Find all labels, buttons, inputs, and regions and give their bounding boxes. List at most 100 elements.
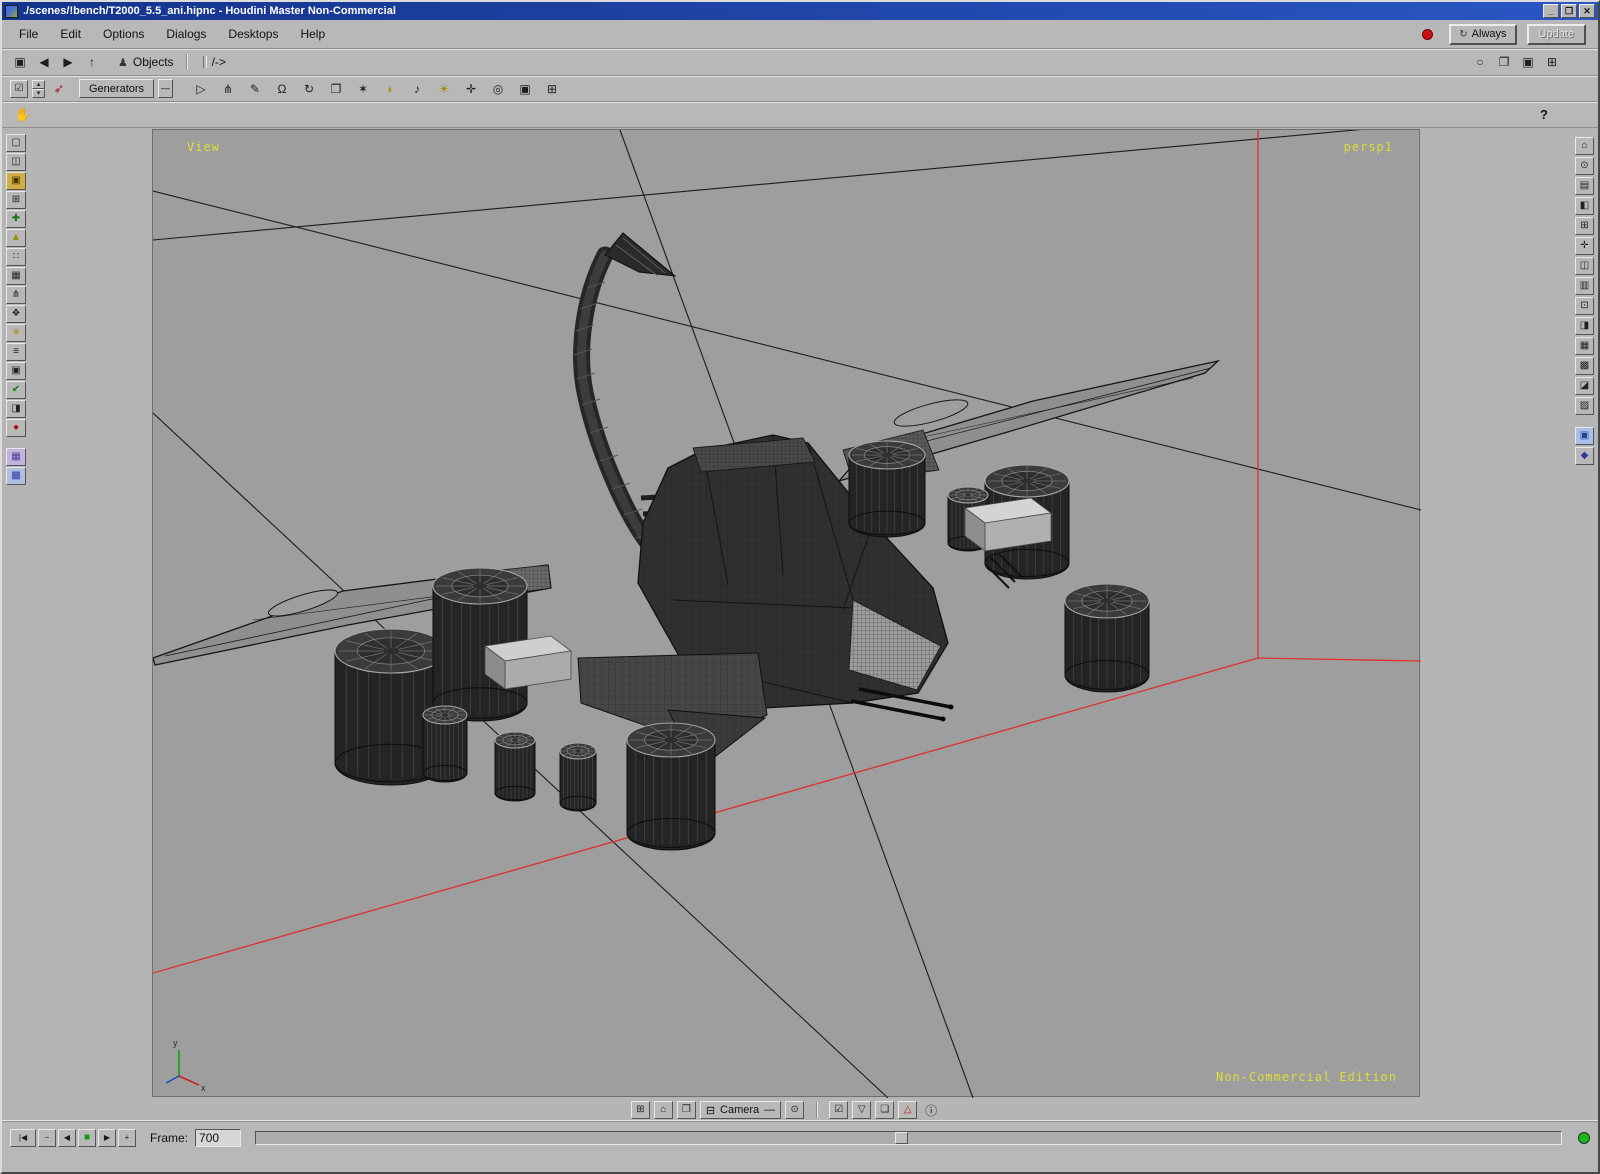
frame-input[interactable] bbox=[195, 1129, 241, 1147]
new-operator-icon[interactable]: ▷ bbox=[191, 82, 211, 96]
left-tool-icon[interactable]: ▦ bbox=[6, 448, 26, 466]
layout-home-icon[interactable]: ⌂ bbox=[654, 1101, 673, 1119]
right-tool-icon[interactable]: ◨ bbox=[1575, 317, 1594, 335]
pan-hand-icon[interactable]: ✋ bbox=[12, 107, 34, 123]
info-icon[interactable]: ⓘ bbox=[921, 1102, 941, 1119]
left-tool-icon[interactable]: ◫ bbox=[6, 153, 26, 171]
sparkle-icon[interactable]: ✶ bbox=[353, 82, 373, 96]
layout-multi-icon[interactable]: ❐ bbox=[677, 1101, 696, 1119]
play-reverse-button[interactable]: ◀ bbox=[58, 1129, 76, 1147]
right-tool-icon[interactable]: ◫ bbox=[1575, 257, 1594, 275]
camera-combo-handle[interactable]: — bbox=[764, 1104, 775, 1116]
menu-file[interactable]: File bbox=[8, 20, 49, 48]
left-tool-icon[interactable]: ∷ bbox=[6, 248, 26, 266]
help-icon[interactable]: ? bbox=[1540, 107, 1548, 122]
spin-down-icon[interactable]: ▾ bbox=[32, 89, 45, 98]
right-tool-icon[interactable]: ▩ bbox=[1575, 357, 1594, 375]
menu-options[interactable]: Options bbox=[92, 20, 155, 48]
right-tool-icon[interactable]: ◪ bbox=[1575, 377, 1594, 395]
recook-icon[interactable]: ↻ bbox=[299, 82, 319, 96]
minimize-button[interactable]: _ bbox=[1543, 4, 1559, 18]
camera-icon[interactable]: ⊙ bbox=[785, 1101, 804, 1119]
forward-icon[interactable]: ▶ bbox=[58, 55, 78, 69]
viewport-layout-icon[interactable]: ▣ bbox=[10, 55, 30, 69]
shade-icon[interactable]: ◗ bbox=[380, 82, 400, 96]
left-tool-icon[interactable]: ✔ bbox=[6, 381, 26, 399]
copy-stamp-icon[interactable]: ❐ bbox=[326, 82, 346, 96]
right-tool-icon[interactable]: ▥ bbox=[1575, 277, 1594, 295]
audio-icon[interactable]: ♪ bbox=[407, 82, 427, 96]
camera-select[interactable]: ⊟ Camera — bbox=[700, 1101, 781, 1119]
right-tool-icon[interactable]: ⌂ bbox=[1575, 137, 1594, 155]
render-view-icon[interactable]: ▣ bbox=[515, 82, 535, 96]
select-visible-icon[interactable]: ☑ bbox=[829, 1101, 848, 1119]
step-back-button[interactable]: − bbox=[38, 1129, 56, 1147]
play-button[interactable]: ▶ bbox=[98, 1129, 116, 1147]
left-tool-icon[interactable]: ▲ bbox=[6, 229, 26, 247]
menu-desktops[interactable]: Desktops bbox=[217, 20, 289, 48]
update-button[interactable]: Update bbox=[1527, 24, 1586, 45]
generators-handle[interactable]: — bbox=[158, 79, 173, 98]
right-tool-icon[interactable]: ⊡ bbox=[1575, 297, 1594, 315]
always-update-button[interactable]: ↻ Always bbox=[1449, 24, 1516, 45]
left-tool-icon[interactable]: ❖ bbox=[6, 305, 26, 323]
left-tool-icon[interactable]: ▦ bbox=[6, 267, 26, 285]
right-tool-icon[interactable]: ✛ bbox=[1575, 237, 1594, 255]
right-tool-icon[interactable]: ▨ bbox=[1575, 397, 1594, 415]
filter-icon[interactable]: ▽ bbox=[852, 1101, 871, 1119]
edit-icon[interactable]: ✎ bbox=[245, 82, 265, 96]
step-forward-button[interactable]: + bbox=[118, 1129, 136, 1147]
grid-snap-icon[interactable]: ⊞ bbox=[542, 82, 562, 96]
record-indicator-icon[interactable] bbox=[1422, 29, 1433, 40]
left-tool-icon[interactable]: ● bbox=[6, 419, 26, 437]
menu-help[interactable]: Help bbox=[289, 20, 336, 48]
left-tool-icon[interactable]: ◨ bbox=[6, 400, 26, 418]
layout-grid-icon[interactable]: ⊞ bbox=[1542, 55, 1562, 69]
timeline-handle[interactable] bbox=[895, 1132, 908, 1144]
maximize-button[interactable]: ❐ bbox=[1561, 4, 1577, 18]
right-tool-icon[interactable]: ⊞ bbox=[1575, 217, 1594, 235]
windows-icon[interactable]: ❐ bbox=[1494, 55, 1514, 69]
select-mode-icon[interactable]: ☑ bbox=[10, 80, 28, 98]
left-tool-icon[interactable]: ≡ bbox=[6, 343, 26, 361]
lens-icon[interactable]: ◎ bbox=[488, 82, 508, 96]
path-field[interactable]: /-> bbox=[199, 54, 230, 70]
left-tool-icon[interactable]: ✚ bbox=[6, 210, 26, 228]
warning-icon[interactable]: △ bbox=[898, 1101, 917, 1119]
viewport-3d[interactable]: x y View persp1 Non-Commercial Edition bbox=[152, 129, 1420, 1097]
pin-icon[interactable]: ➶ bbox=[49, 81, 69, 97]
right-tool-icon[interactable]: ▣ bbox=[1575, 427, 1594, 445]
generators-menu-button[interactable]: Generators bbox=[79, 79, 154, 98]
light-icon[interactable]: ☀ bbox=[434, 82, 454, 96]
left-tool-icon[interactable]: ▩ bbox=[6, 467, 26, 485]
left-tool-icon[interactable]: ▢ bbox=[6, 134, 26, 152]
display-icon[interactable]: ▣ bbox=[1518, 55, 1538, 69]
magnet-icon[interactable]: Ω bbox=[272, 82, 292, 96]
stop-button[interactable]: ■ bbox=[78, 1129, 96, 1147]
left-tool-icon[interactable]: ☀ bbox=[6, 324, 26, 342]
crosshair-icon[interactable]: ✛ bbox=[461, 82, 481, 96]
titlebar[interactable]: ./scenes/!bench/T2000_5.5_ani.hipnc - Ho… bbox=[2, 2, 1598, 20]
render-ring-icon[interactable]: ○ bbox=[1470, 55, 1490, 69]
close-button[interactable]: ✕ bbox=[1579, 4, 1595, 18]
left-tool-icon[interactable]: ⊞ bbox=[6, 191, 26, 209]
left-tool-icon[interactable]: ⋔ bbox=[6, 286, 26, 304]
back-icon[interactable]: ◀ bbox=[34, 55, 54, 69]
up-icon[interactable]: ↑ bbox=[82, 55, 102, 69]
timeline-slider[interactable] bbox=[255, 1131, 1562, 1145]
menu-dialogs[interactable]: Dialogs bbox=[155, 20, 217, 48]
right-tool-icon[interactable]: ◆ bbox=[1575, 447, 1594, 465]
viewport-3d-canvas[interactable]: x y bbox=[153, 130, 1421, 1098]
layout-single-icon[interactable]: ⊞ bbox=[631, 1101, 650, 1119]
left-tool-icon[interactable]: ▣ bbox=[6, 172, 26, 190]
right-tool-icon[interactable]: ◧ bbox=[1575, 197, 1594, 215]
objects-context-button[interactable]: ♟ Objects bbox=[118, 55, 174, 69]
right-tool-icon[interactable]: ▤ bbox=[1575, 177, 1594, 195]
menu-edit[interactable]: Edit bbox=[49, 20, 92, 48]
layers-icon[interactable]: ❏ bbox=[875, 1101, 894, 1119]
network-view-icon[interactable]: ⋔ bbox=[218, 82, 238, 96]
right-tool-icon[interactable]: ▦ bbox=[1575, 337, 1594, 355]
spinner-control[interactable]: ▴ ▾ bbox=[32, 80, 45, 98]
right-tool-icon[interactable]: ⊙ bbox=[1575, 157, 1594, 175]
left-tool-icon[interactable]: ▣ bbox=[6, 362, 26, 380]
